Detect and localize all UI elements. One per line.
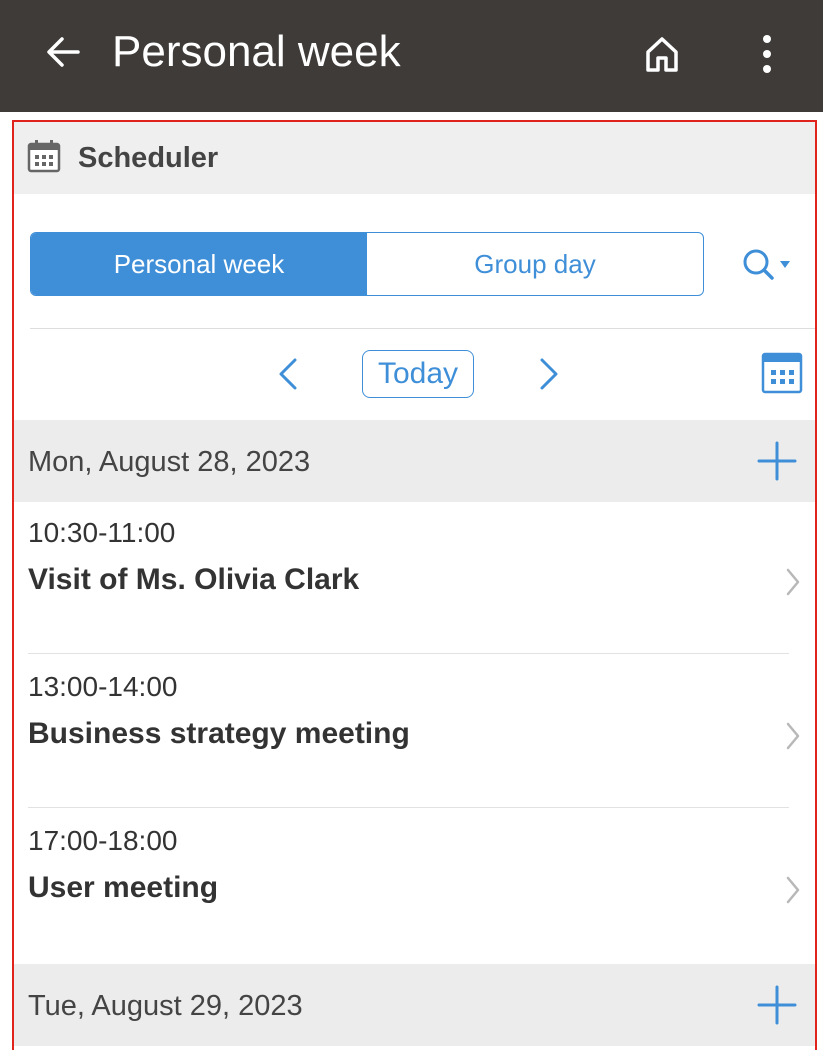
- event-item[interactable]: 10:30-11:00 Visit of Ms. Olivia Clark: [14, 502, 815, 654]
- event-title: User meeting: [28, 871, 219, 904]
- divider: [28, 807, 789, 808]
- add-event-button[interactable]: [754, 982, 800, 1028]
- tab-group-day[interactable]: Group day: [367, 233, 703, 295]
- day-date: Tue, August 29, 2023: [28, 990, 303, 1022]
- scheduler-header: Scheduler: [14, 122, 815, 194]
- today-button[interactable]: Today: [362, 350, 474, 398]
- event-time: 10:30-11:00: [28, 517, 176, 548]
- add-event-button[interactable]: [754, 438, 800, 484]
- day-header: Tue, August 29, 2023: [14, 964, 815, 1046]
- scheduler-panel: Scheduler Personal week Group day Today: [12, 120, 817, 1050]
- tab-personal-week[interactable]: Personal week: [31, 233, 367, 295]
- view-toggle: Personal week Group day: [30, 232, 704, 296]
- scheduler-label: Scheduler: [78, 142, 219, 174]
- previous-week-button[interactable]: [269, 344, 309, 404]
- calendar-icon: [26, 138, 62, 174]
- day-header: Mon, August 28, 2023: [14, 420, 815, 502]
- event-time: 17:00-18:00: [28, 825, 178, 856]
- page-title: Personal week: [112, 27, 401, 76]
- next-week-button[interactable]: [528, 344, 568, 404]
- back-arrow-icon[interactable]: [42, 22, 86, 82]
- chevron-right-icon: [784, 566, 802, 598]
- more-options-icon[interactable]: [752, 28, 782, 80]
- divider: [30, 328, 815, 329]
- chevron-right-icon: [784, 874, 802, 906]
- chevron-right-icon: [784, 720, 802, 752]
- event-title: Visit of Ms. Olivia Clark: [28, 563, 360, 596]
- event-title: Business strategy meeting: [28, 717, 410, 750]
- search-button[interactable]: [734, 242, 798, 288]
- day-date: Mon, August 28, 2023: [28, 446, 311, 478]
- event-item[interactable]: 13:00-14:00 Business strategy meeting: [14, 656, 815, 808]
- calendar-picker-button[interactable]: [760, 350, 804, 396]
- event-item[interactable]: 17:00-18:00 User meeting: [14, 810, 815, 962]
- home-icon[interactable]: [640, 30, 684, 78]
- event-time: 13:00-14:00: [28, 671, 178, 702]
- divider: [28, 653, 789, 654]
- app-bar: Personal week: [0, 0, 823, 112]
